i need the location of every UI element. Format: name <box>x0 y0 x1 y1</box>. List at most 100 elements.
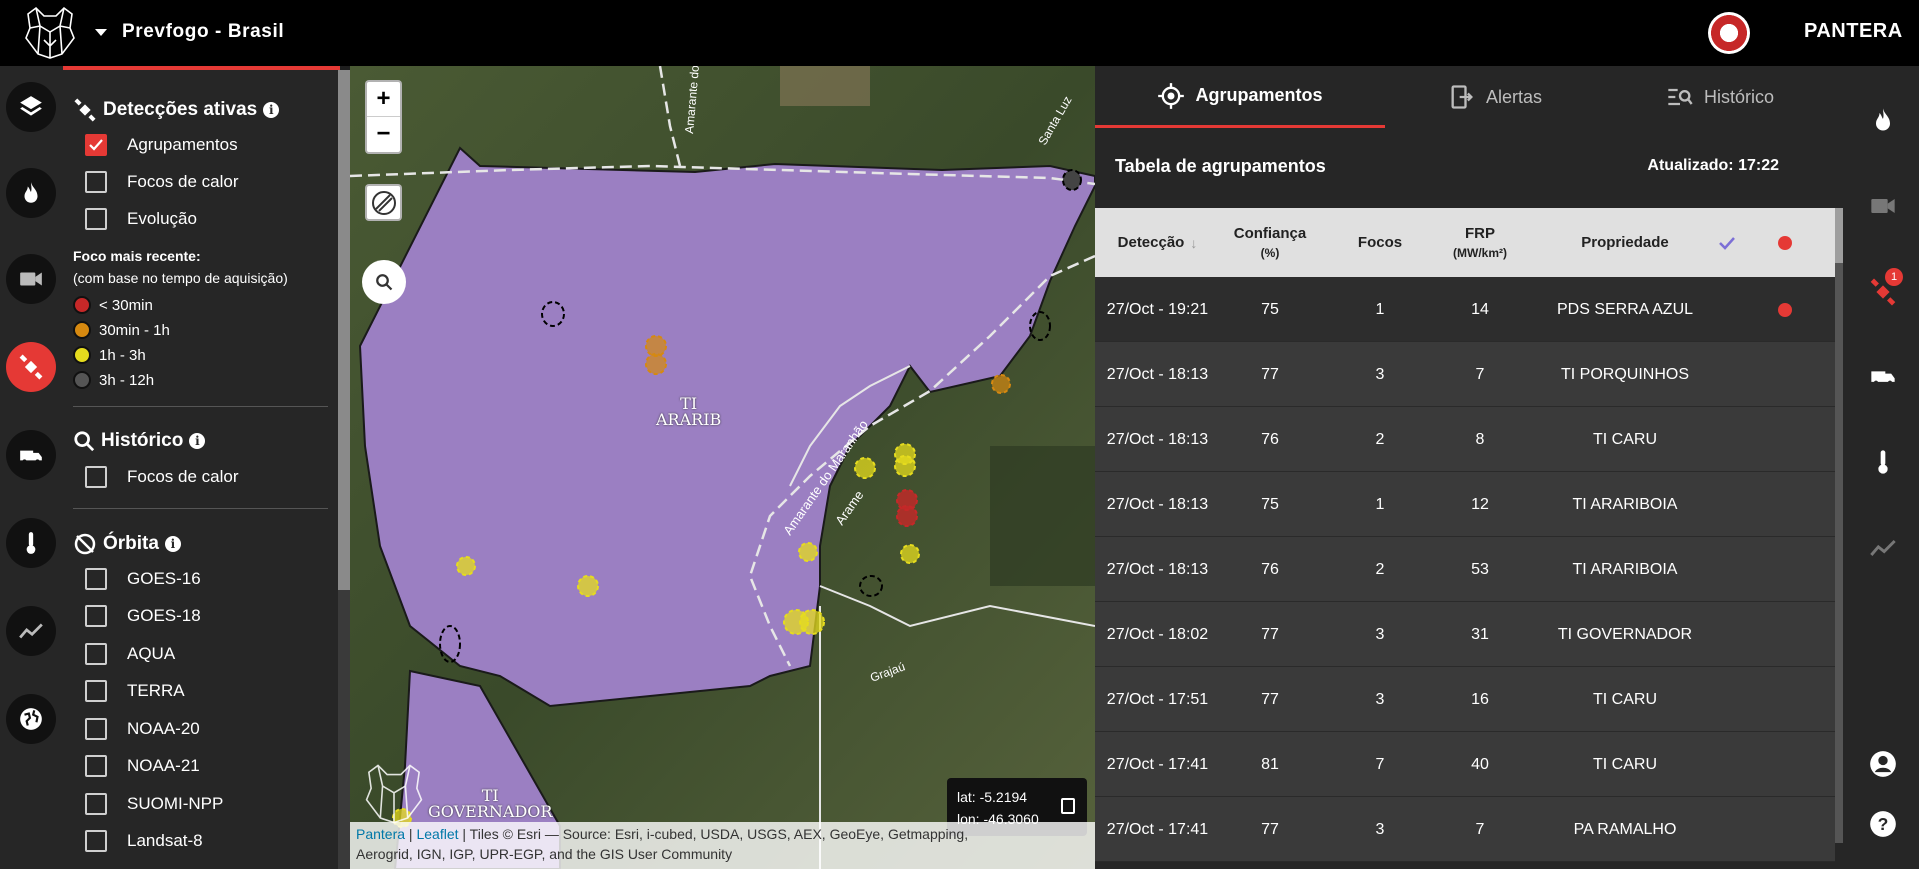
checkbox-noaa21[interactable]: NOAA-21 <box>85 755 200 777</box>
map-view[interactable]: Amarante do Maranhão Amarante do Maranhã… <box>350 66 1095 869</box>
cell-property: TI GOVERNADOR <box>1557 625 1693 643</box>
cell-frp: 14 <box>1471 300 1489 318</box>
checkbox-label: GOES-16 <box>127 569 201 588</box>
column-header-confidence[interactable]: Confiança (%) <box>1210 208 1330 277</box>
checkbox-label: AQUA <box>127 644 176 663</box>
column-header-foci[interactable]: Focos <box>1330 208 1430 277</box>
legend-title: Foco mais recente: <box>73 248 201 264</box>
cell-foci: 2 <box>1375 430 1385 448</box>
globe-icon[interactable] <box>6 694 56 744</box>
map-label-ti-governador: TI GOVERNADOR <box>428 788 552 820</box>
checkbox-box[interactable] <box>85 605 107 627</box>
column-label: Detecção <box>1117 234 1185 251</box>
satellite-basemap[interactable]: Amarante do Maranhão Amarante do Maranhã… <box>350 66 1095 869</box>
scrollbar-thumb[interactable] <box>338 70 350 590</box>
satellite-icon[interactable] <box>6 342 56 392</box>
checkbox-box[interactable] <box>85 568 107 590</box>
table-row[interactable]: 27/Oct - 17:41 77 3 7 PA RAMALHO <box>1095 797 1835 862</box>
panel-scrollbar[interactable] <box>338 70 350 869</box>
cell-detection: 27/Oct - 17:51 <box>1106 690 1209 708</box>
cell-detection: 27/Oct - 18:02 <box>1106 625 1209 643</box>
pantera-link[interactable]: Pantera <box>356 826 405 842</box>
table-scrollbar[interactable] <box>1835 208 1843 843</box>
legend-label: 3h - 12h <box>99 371 155 389</box>
column-header-checked[interactable] <box>1707 208 1747 277</box>
copy-icon[interactable] <box>1061 798 1075 814</box>
column-header-alert[interactable] <box>1765 208 1805 277</box>
trend-chart-icon[interactable] <box>1869 534 1897 562</box>
table-row[interactable]: 27/Oct - 19:21 75 1 14 PDS SERRA AZUL <box>1095 277 1835 342</box>
camera-icon[interactable] <box>1869 192 1897 220</box>
right-icon-rail: 1 ? <box>1845 66 1919 869</box>
workspace-title[interactable]: Prevfogo - Brasil <box>122 21 284 43</box>
table-row[interactable]: 27/Oct - 18:13 77 3 7 TI PORQUINHOS <box>1095 342 1835 407</box>
table-row[interactable]: 27/Oct - 18:13 75 1 12 TI ARARIBOIA <box>1095 472 1835 537</box>
satellite-off-icon <box>74 533 96 555</box>
column-header-property[interactable]: Propriedade <box>1535 208 1715 277</box>
scrollbar-thumb[interactable] <box>1835 208 1843 263</box>
firetruck-icon[interactable] <box>1869 362 1897 390</box>
cell-foci: 3 <box>1375 365 1385 383</box>
checkbox-box[interactable] <box>85 680 107 702</box>
checkbox-box[interactable] <box>85 793 107 815</box>
info-icon[interactable]: i <box>189 433 206 449</box>
info-icon[interactable]: i <box>164 536 181 552</box>
checkbox-focos-de-calor[interactable]: Focos de calor <box>85 171 239 193</box>
checkbox-box[interactable] <box>85 208 107 230</box>
checkbox-landsat8[interactable]: Landsat-8 <box>85 830 203 852</box>
info-icon[interactable]: i <box>263 102 280 118</box>
layers-icon[interactable] <box>6 82 56 132</box>
column-header-detection[interactable]: Detecção ↓ <box>1095 208 1220 277</box>
table-row[interactable]: 27/Oct - 17:51 77 3 16 TI CARU <box>1095 667 1835 732</box>
table-row[interactable]: 27/Oct - 18:13 76 2 8 TI CARU <box>1095 407 1835 472</box>
checkbox-agrupamentos[interactable]: Agrupamentos <box>85 134 238 156</box>
table-row[interactable]: 27/Oct - 18:02 77 3 31 TI GOVERNADOR <box>1095 602 1835 667</box>
checkbox-box[interactable] <box>85 755 107 777</box>
alert-dot-icon <box>1778 302 1792 317</box>
help-icon[interactable]: ? <box>1869 810 1897 838</box>
firetruck-icon[interactable] <box>6 430 56 480</box>
sort-arrow-icon[interactable]: ↓ <box>1190 235 1197 251</box>
table-row[interactable]: 27/Oct - 18:13 76 2 53 TI ARARIBOIA <box>1095 537 1835 602</box>
fire-icon[interactable] <box>6 168 56 218</box>
checkbox-goes18[interactable]: GOES-18 <box>85 605 201 627</box>
map-search-button[interactable] <box>362 260 406 304</box>
tab-alertas[interactable]: Alertas <box>1385 66 1605 128</box>
cell-detection: 27/Oct - 18:13 <box>1106 560 1209 578</box>
thermometer-icon[interactable] <box>1869 448 1897 476</box>
checkbox-noaa20[interactable]: NOAA-20 <box>85 718 200 740</box>
table-body: 27/Oct - 19:21 75 1 14 PDS SERRA AZUL 27/Oct … <box>1095 277 1835 862</box>
checkbox-history-focos[interactable]: Focos de calor <box>85 466 239 488</box>
tab-bar: Agrupamentos Alertas Histórico <box>1095 66 1845 128</box>
panther-logo-icon[interactable] <box>22 6 78 60</box>
checkbox-box[interactable] <box>85 643 107 665</box>
checkbox-suomi-npp[interactable]: SUOMI-NPP <box>85 793 223 815</box>
zoom-out-button[interactable]: − <box>367 117 400 152</box>
thermometer-icon[interactable] <box>6 518 56 568</box>
column-header-frp[interactable]: FRP (MW/km²) <box>1425 208 1535 277</box>
workspace-dropdown-icon[interactable] <box>95 29 107 36</box>
checkbox-goes16[interactable]: GOES-16 <box>85 568 201 590</box>
checkbox-box[interactable] <box>85 171 107 193</box>
camera-icon[interactable] <box>6 254 56 304</box>
account-icon[interactable] <box>1869 750 1897 778</box>
fire-icon[interactable] <box>1869 106 1897 134</box>
checkbox-box[interactable] <box>85 718 107 740</box>
checkbox-box[interactable] <box>85 466 107 488</box>
cell-frp: 8 <box>1475 430 1485 448</box>
checkbox-label: GOES-18 <box>127 606 201 625</box>
checkbox-aqua[interactable]: AQUA <box>85 643 175 665</box>
checkbox-terra[interactable]: TERRA <box>85 680 185 702</box>
tab-historico[interactable]: Histórico <box>1605 66 1835 128</box>
table-row[interactable]: 27/Oct - 17:41 81 7 40 TI CARU <box>1095 732 1835 797</box>
checkbox-evolucao[interactable]: Evolução <box>85 208 197 230</box>
cell-foci: 3 <box>1375 625 1385 643</box>
trend-chart-icon[interactable] <box>6 606 56 656</box>
checkbox-box[interactable] <box>85 830 107 852</box>
checkbox-checked-icon[interactable] <box>85 134 107 156</box>
draw-tool-button[interactable] <box>365 184 402 221</box>
leaflet-link[interactable]: Leaflet <box>416 826 458 842</box>
zoom-in-button[interactable]: + <box>367 82 400 117</box>
tab-agrupamentos[interactable]: Agrupamentos <box>1095 66 1385 128</box>
search-icon <box>74 431 95 452</box>
